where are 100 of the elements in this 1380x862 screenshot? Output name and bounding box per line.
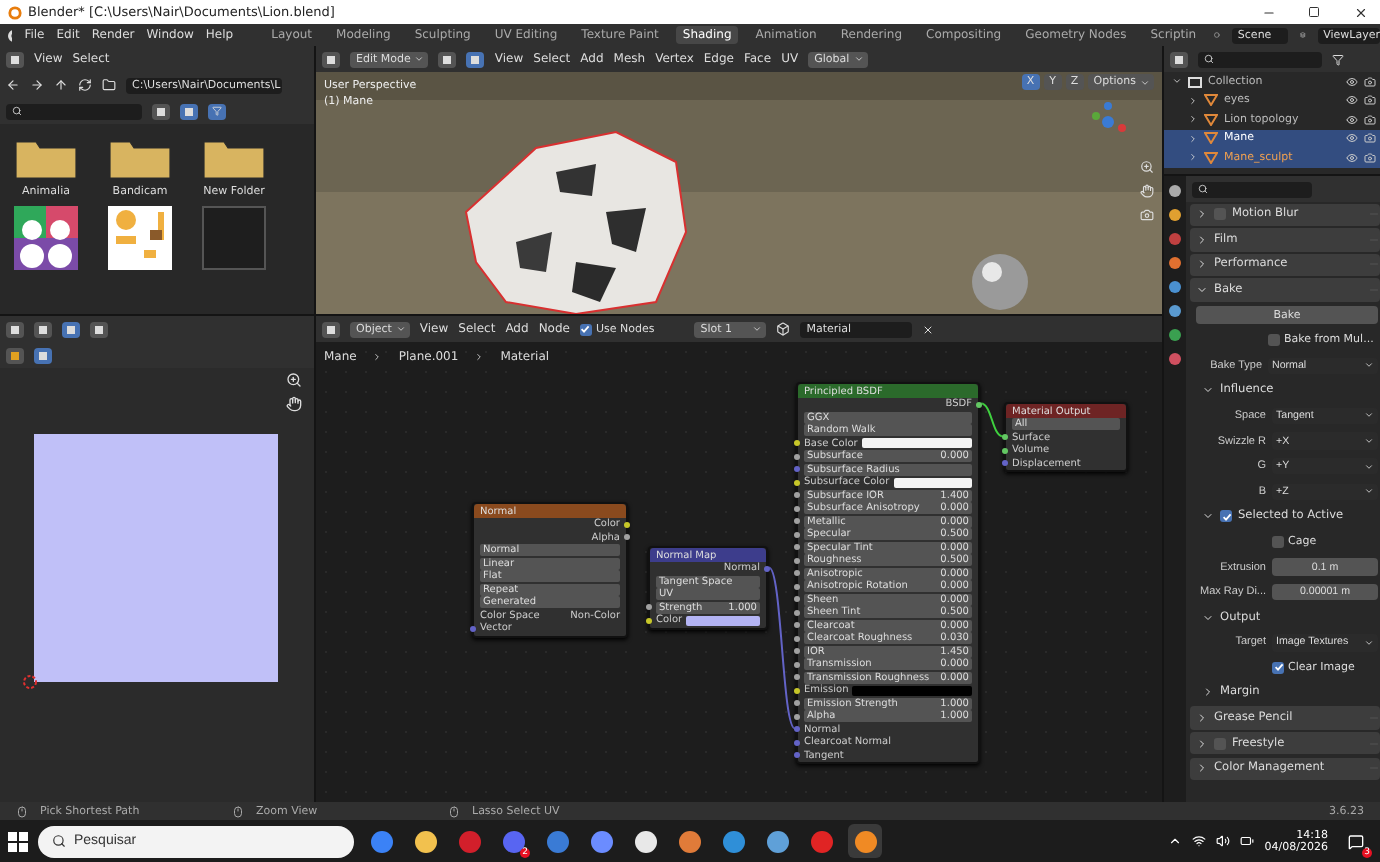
socket-icon[interactable] xyxy=(976,401,982,408)
forward-icon[interactable] xyxy=(30,78,44,92)
socket-icon[interactable] xyxy=(794,674,800,681)
socket-icon[interactable] xyxy=(794,570,800,577)
socket-icon[interactable] xyxy=(624,534,630,541)
back-icon[interactable] xyxy=(6,78,20,92)
render-icon[interactable] xyxy=(1364,151,1376,164)
thumbnail-view-icon[interactable] xyxy=(180,103,198,119)
checkbox[interactable] xyxy=(1220,510,1232,523)
material-icon[interactable] xyxy=(776,322,791,336)
visibility-icon[interactable] xyxy=(1346,75,1358,88)
texture-thumbnail-icon[interactable] xyxy=(14,206,78,270)
face-mode-icon[interactable] xyxy=(466,51,485,67)
zoom-icon[interactable] xyxy=(286,372,302,388)
color-swatch[interactable] xyxy=(686,615,760,626)
socket-icon[interactable] xyxy=(794,479,800,486)
cursor-icon xyxy=(22,674,38,690)
render-icon[interactable] xyxy=(1364,113,1376,126)
close-icon[interactable] xyxy=(1353,5,1367,19)
maximize-icon[interactable] xyxy=(1308,6,1320,18)
socket-icon[interactable] xyxy=(794,622,800,629)
checkbox[interactable] xyxy=(579,323,592,335)
socket-icon[interactable] xyxy=(794,518,800,525)
socket-icon[interactable] xyxy=(794,713,800,720)
socket-icon[interactable] xyxy=(1002,447,1008,454)
folder-icon[interactable] xyxy=(108,136,172,180)
socket-icon[interactable] xyxy=(646,617,652,624)
selection-mode-icon[interactable] xyxy=(34,347,52,363)
search-field[interactable] xyxy=(6,103,142,119)
select-mode-icon[interactable] xyxy=(62,321,80,337)
color-swatch[interactable] xyxy=(861,438,972,449)
socket-icon[interactable] xyxy=(794,453,800,460)
refresh-icon[interactable] xyxy=(78,78,92,92)
search-field[interactable] xyxy=(1192,181,1312,197)
parent-folder-icon[interactable] xyxy=(54,78,68,92)
volume-icon[interactable] xyxy=(1216,834,1231,848)
editor-type-icon[interactable] xyxy=(6,321,24,337)
editor-type-icon[interactable] xyxy=(6,51,24,67)
socket-icon[interactable] xyxy=(794,492,800,499)
taskbar-app-icon[interactable] xyxy=(848,824,882,858)
network-icon[interactable] xyxy=(1192,834,1207,848)
battery-icon[interactable] xyxy=(1240,834,1255,848)
socket-icon[interactable] xyxy=(794,596,800,603)
socket-icon[interactable] xyxy=(794,440,800,447)
chevron-down-icon[interactable] xyxy=(1172,76,1182,87)
windows-start-icon[interactable] xyxy=(8,831,28,851)
empty-thumbnail-icon[interactable] xyxy=(202,206,266,270)
socket-icon[interactable] xyxy=(794,700,800,707)
visibility-icon[interactable] xyxy=(1346,94,1358,107)
chevron-down-icon xyxy=(1196,284,1208,297)
editor-type-icon[interactable] xyxy=(322,321,340,337)
chat-icon xyxy=(1347,833,1363,849)
socket-icon[interactable] xyxy=(794,635,800,642)
hand-icon[interactable] xyxy=(286,396,302,412)
color-swatch[interactable] xyxy=(893,477,972,488)
pivot-icon[interactable] xyxy=(90,321,108,337)
render-icon[interactable] xyxy=(1364,75,1376,88)
editor-type-icon[interactable] xyxy=(322,51,340,67)
chevron-down-icon xyxy=(1202,384,1214,397)
visibility-icon[interactable] xyxy=(1346,151,1358,164)
filter-button[interactable] xyxy=(208,103,226,119)
layer-icon[interactable] xyxy=(1299,28,1306,42)
socket-icon[interactable] xyxy=(646,604,652,611)
checkbox[interactable] xyxy=(1272,535,1284,548)
camera-icon[interactable] xyxy=(1140,208,1154,222)
visibility-icon[interactable] xyxy=(1346,113,1358,126)
mouse-icon xyxy=(16,805,28,817)
sync-icon[interactable] xyxy=(34,321,52,337)
search-field[interactable] xyxy=(1198,51,1322,67)
tray-expand-icon[interactable] xyxy=(1168,834,1183,848)
socket-icon[interactable] xyxy=(794,583,800,590)
chevron-down-icon xyxy=(1364,461,1374,472)
socket-icon[interactable] xyxy=(794,531,800,538)
socket-icon[interactable] xyxy=(794,505,800,512)
socket-icon[interactable] xyxy=(794,661,800,668)
texture-thumbnail-icon[interactable] xyxy=(108,206,172,270)
color-swatch[interactable] xyxy=(852,685,972,696)
list-view-icon[interactable] xyxy=(152,103,170,119)
search-icon xyxy=(1198,184,1208,194)
folder-icon[interactable] xyxy=(202,136,266,180)
render-icon[interactable] xyxy=(1364,94,1376,107)
scene-icon[interactable] xyxy=(1214,28,1220,42)
socket-icon[interactable] xyxy=(794,557,800,564)
socket-icon[interactable] xyxy=(1002,434,1008,441)
checkbox[interactable] xyxy=(1272,661,1284,674)
chevron-down-icon xyxy=(1364,410,1374,421)
socket-icon[interactable] xyxy=(794,609,800,616)
socket-icon[interactable] xyxy=(624,521,630,528)
visibility-icon[interactable] xyxy=(1346,132,1358,145)
tool-icon[interactable] xyxy=(6,347,24,363)
socket-icon[interactable] xyxy=(794,648,800,655)
render-icon[interactable] xyxy=(1364,132,1376,145)
socket-icon[interactable] xyxy=(794,544,800,551)
vertex-mode-icon[interactable] xyxy=(438,51,457,67)
checkbox[interactable] xyxy=(1268,334,1280,347)
new-folder-icon[interactable] xyxy=(102,78,116,92)
folder-icon[interactable] xyxy=(14,136,78,180)
socket-icon[interactable] xyxy=(794,687,800,694)
filter-icon[interactable] xyxy=(1332,53,1344,65)
editor-type-icon[interactable] xyxy=(1170,51,1188,67)
